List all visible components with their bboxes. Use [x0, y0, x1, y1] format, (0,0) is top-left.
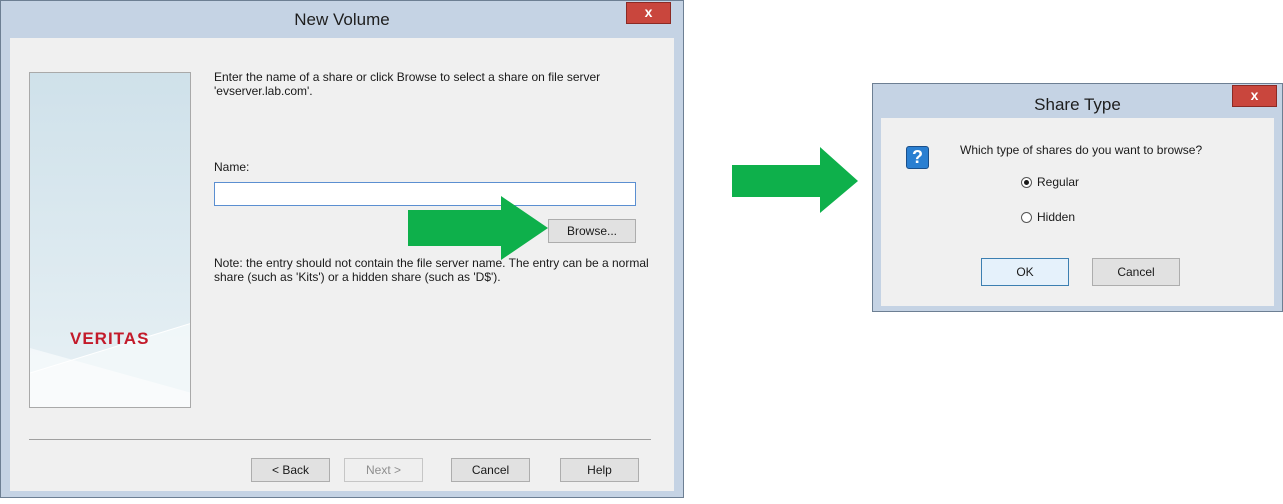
arrow-to-share-type-icon: [732, 147, 858, 213]
question-icon: ?: [906, 146, 929, 169]
next-button[interactable]: Next >: [344, 458, 423, 482]
question-text: Which type of shares do you want to brow…: [960, 143, 1203, 157]
radio-label: Regular: [1037, 175, 1080, 189]
veritas-logo: VERITAS: [70, 329, 150, 348]
ok-button[interactable]: OK: [981, 258, 1069, 286]
cancel-button[interactable]: Cancel: [451, 458, 530, 482]
window-title: New Volume: [294, 10, 390, 29]
arrow-to-browse-icon: [408, 196, 548, 260]
instruction-text: Enter the name of a share or click Brows…: [214, 70, 601, 98]
radio-hidden[interactable]: Hidden: [1021, 210, 1075, 224]
title-bar[interactable]: New Volume x: [1, 1, 683, 38]
new-volume-dialog: New Volume x VERITAS Enter the name of a…: [0, 0, 684, 498]
footer-divider: [29, 439, 651, 440]
share-type-dialog: Share Type x ? Which type of shares do y…: [872, 83, 1283, 312]
dialog-body: VERITAS Enter the name of a share or cli…: [10, 38, 674, 491]
help-button[interactable]: Help: [560, 458, 639, 482]
wizard-side-banner: VERITAS: [29, 72, 191, 408]
radio-label: Hidden: [1037, 210, 1076, 224]
close-button[interactable]: x: [1232, 85, 1277, 107]
browse-button[interactable]: Browse...: [548, 219, 636, 243]
close-button[interactable]: x: [626, 2, 671, 24]
window-title: Share Type: [1034, 95, 1121, 114]
radio-checked-icon[interactable]: [1021, 177, 1032, 188]
radio-regular[interactable]: Regular: [1021, 175, 1079, 189]
radio-unchecked-icon[interactable]: [1021, 212, 1032, 223]
dialog-body: ? Which type of shares do you want to br…: [881, 118, 1274, 306]
note-text: Note: the entry should not contain the f…: [214, 256, 649, 284]
cancel-button[interactable]: Cancel: [1092, 258, 1180, 286]
name-label: Name:: [214, 160, 250, 174]
back-button[interactable]: < Back: [251, 458, 330, 482]
banner-graphic: [30, 73, 190, 407]
